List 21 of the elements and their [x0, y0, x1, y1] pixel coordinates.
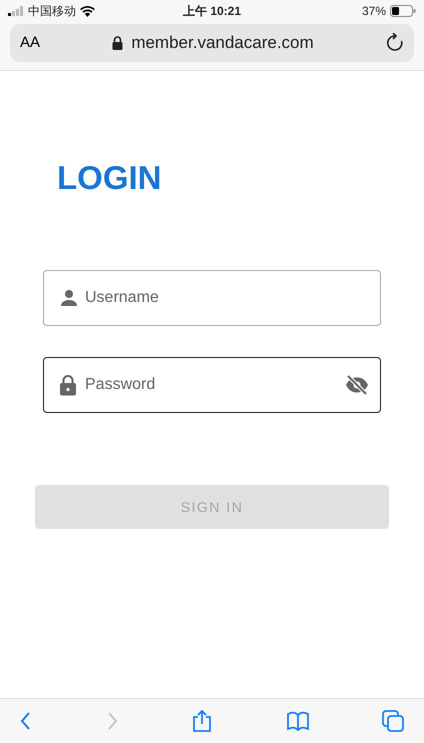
chevron-right-icon [106, 710, 118, 732]
signal-icon [8, 6, 24, 16]
book-icon [286, 710, 308, 732]
wifi-icon [80, 6, 95, 16]
lock-icon [112, 36, 124, 50]
tabs-icon [382, 710, 404, 732]
person-icon [60, 289, 78, 307]
chevron-left-icon [20, 710, 32, 732]
url-text[interactable]: member.vandacare.com [131, 30, 314, 56]
clock-time: 上午 10:21 [182, 3, 242, 20]
carrier-name: 中国移动 [28, 3, 76, 20]
battery-percent: 37% [362, 3, 386, 20]
password-field[interactable]: Password [43, 357, 381, 413]
share-icon [191, 710, 213, 732]
lock-icon [60, 374, 76, 396]
hidden-eye-icon[interactable] [345, 375, 369, 395]
page-title: LOGIN [57, 161, 162, 194]
reload-icon[interactable] [386, 33, 404, 53]
username-field[interactable]: Username [43, 270, 381, 326]
text-size-button[interactable]: AA [20, 32, 40, 54]
battery-icon [390, 5, 416, 17]
